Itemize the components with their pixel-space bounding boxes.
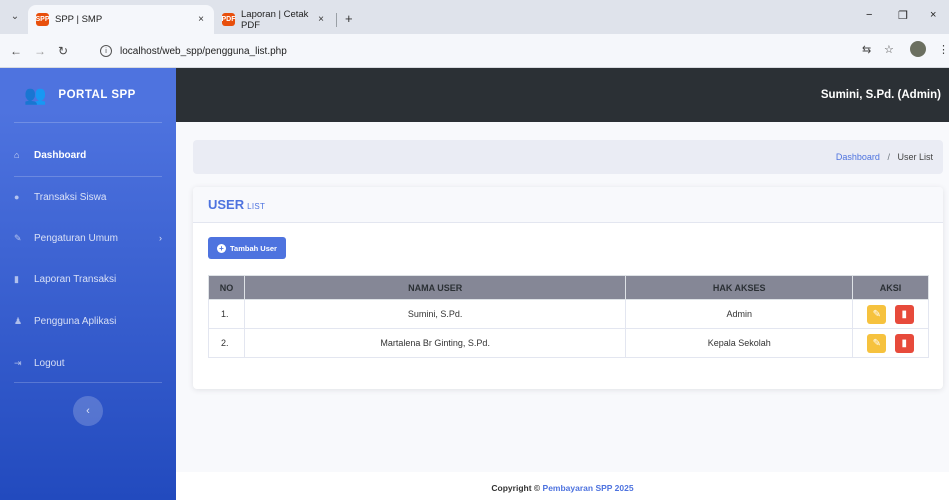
tab-laporan-pdf[interactable]: PDF Laporan | Cetak PDF ×: [214, 5, 334, 34]
breadcrumb-current: User List: [897, 152, 933, 162]
bookmark-star-icon[interactable]: ☆: [884, 43, 894, 56]
url-field[interactable]: i localhost/web_spp/pengguna_list.php: [100, 40, 870, 62]
sidebar-item-laporan-transaksi[interactable]: ▮ Laporan Transaksi: [0, 264, 176, 294]
plus-circle-icon: +: [217, 243, 227, 253]
window-close-button[interactable]: ×: [930, 9, 936, 21]
sidebar-item-label: Pengaturan Umum: [34, 232, 118, 244]
cell-actions: ✎ ▮: [852, 328, 929, 358]
table-row: 1. Sumini, S.Pd. Admin ✎ ▮: [208, 299, 929, 329]
trash-icon: ▮: [901, 308, 908, 320]
profile-avatar[interactable]: [910, 41, 926, 57]
brand-title: PORTAL SPP: [58, 89, 136, 101]
tab-close-icon[interactable]: ×: [198, 14, 204, 25]
sidebar-item-pengaturan-umum[interactable]: ✎ Pengaturan Umum ›: [0, 223, 176, 253]
breadcrumb-bar: Dashboard / User List: [193, 140, 943, 174]
sidebar-toggle-button[interactable]: ‹: [73, 396, 103, 426]
file-icon: ▮: [14, 273, 19, 284]
page-title-sub: LIST: [247, 202, 266, 211]
page-title: USER LIST: [208, 197, 265, 212]
edit-button[interactable]: ✎: [867, 304, 887, 324]
translate-icon[interactable]: ⇆: [862, 43, 871, 56]
favicon-icon: SPP: [36, 13, 50, 26]
tab-separator: [336, 13, 337, 27]
user-icon: ♟: [14, 315, 23, 326]
user-name[interactable]: Sumini, S.Pd. (Admin): [821, 89, 941, 101]
cell-actions: ✎ ▮: [852, 299, 929, 329]
add-user-label: Tambah User: [230, 243, 277, 253]
footer: Copyright © Pembayaran SPP 2025: [176, 472, 949, 500]
browser-tab-bar: ⌄ SPP SPP | SMP × PDF Laporan | Cetak PD…: [0, 0, 949, 34]
logout-icon: ⇥: [14, 357, 22, 368]
new-tab-button[interactable]: +: [345, 11, 353, 26]
col-nama-user: NAMA USER: [243, 275, 627, 300]
sidebar-item-label: Laporan Transaksi: [34, 273, 117, 285]
chevron-right-icon: ›: [159, 233, 162, 243]
users-icon: ●: [14, 192, 20, 202]
site-info-icon[interactable]: i: [100, 45, 112, 57]
back-icon[interactable]: ←: [10, 44, 22, 58]
footer-brand-link[interactable]: Pembayaran SPP 2025: [543, 483, 634, 493]
users-icon: 👥: [24, 84, 47, 105]
user-table: NO NAMA USER HAK AKSES AKSI 1. Sumini, S…: [208, 275, 929, 358]
restore-button[interactable]: ❐: [898, 9, 908, 22]
address-bar: ← → ↻ i localhost/web_spp/pengguna_list.…: [0, 34, 949, 68]
add-user-button[interactable]: + Tambah User: [208, 237, 286, 259]
table-row: 2. Martalena Br Ginting, S.Pd. Kepala Se…: [208, 328, 929, 358]
cell-no: 1.: [208, 299, 245, 329]
edit-icon: ✎: [872, 308, 881, 320]
user-list-card: USER LIST + Tambah User NO NAMA USER HAK …: [193, 187, 943, 389]
edit-button[interactable]: ✎: [867, 333, 887, 353]
sidebar-item-label: Logout: [34, 357, 65, 369]
wrench-icon: ✎: [14, 232, 22, 243]
card-header: USER LIST: [193, 187, 943, 223]
cell-role: Kepala Sekolah: [625, 328, 854, 358]
reload-icon[interactable]: ↻: [58, 44, 68, 58]
col-aksi: AKSI: [852, 275, 929, 300]
browser-menu-icon[interactable]: ⋮: [938, 43, 949, 56]
url-text: localhost/web_spp/pengguna_list.php: [120, 45, 287, 57]
cell-name: Sumini, S.Pd.: [243, 299, 627, 329]
sidebar-divider: [14, 382, 162, 383]
tab-search-icon[interactable]: ⌄: [8, 10, 22, 24]
sidebar-brand[interactable]: 👥 PORTAL SPP: [0, 68, 176, 122]
sidebar: 👥 PORTAL SPP ⌂ Dashboard ● Transaksi Sis…: [0, 68, 176, 500]
page-title-main: USER: [208, 197, 245, 212]
sidebar-item-logout[interactable]: ⇥ Logout: [0, 348, 176, 378]
sidebar-item-pengguna-aplikasi[interactable]: ♟ Pengguna Aplikasi: [0, 306, 176, 336]
tab-label: Laporan | Cetak PDF: [241, 8, 309, 31]
forward-icon[interactable]: →: [34, 44, 46, 58]
cell-name: Martalena Br Ginting, S.Pd.: [243, 328, 627, 358]
breadcrumb-separator: /: [887, 152, 890, 162]
trash-icon: ▮: [901, 337, 908, 349]
sidebar-item-dashboard[interactable]: ⌂ Dashboard: [0, 140, 176, 170]
minimize-button[interactable]: −: [866, 9, 872, 21]
delete-button[interactable]: ▮: [894, 304, 914, 324]
breadcrumb: Dashboard / User List: [836, 152, 933, 162]
col-no: NO: [208, 275, 245, 300]
home-icon: ⌂: [14, 150, 20, 160]
tab-label: SPP | SMP: [55, 14, 103, 25]
tab-close-icon[interactable]: ×: [318, 14, 324, 25]
col-hak-akses: HAK AKSES: [625, 275, 854, 300]
sidebar-item-transaksi-siswa[interactable]: ● Transaksi Siswa: [0, 182, 176, 212]
table-header-row: NO NAMA USER HAK AKSES AKSI: [208, 275, 929, 300]
sidebar-item-label: Transaksi Siswa: [34, 191, 107, 203]
sidebar-item-label: Pengguna Aplikasi: [34, 315, 117, 327]
delete-button[interactable]: ▮: [894, 333, 914, 353]
sidebar-divider: [14, 122, 162, 123]
cell-role: Admin: [625, 299, 854, 329]
copyright-text: Copyright ©: [491, 483, 543, 493]
sidebar-item-label: Dashboard: [34, 149, 87, 161]
topbar: Sumini, S.Pd. (Admin): [176, 68, 949, 122]
favicon-icon: PDF: [222, 13, 236, 26]
tab-spp-smp[interactable]: SPP SPP | SMP ×: [28, 5, 214, 34]
cell-no: 2.: [208, 328, 245, 358]
edit-icon: ✎: [872, 337, 881, 349]
sidebar-divider: [14, 176, 162, 177]
breadcrumb-dashboard-link[interactable]: Dashboard: [836, 152, 880, 162]
